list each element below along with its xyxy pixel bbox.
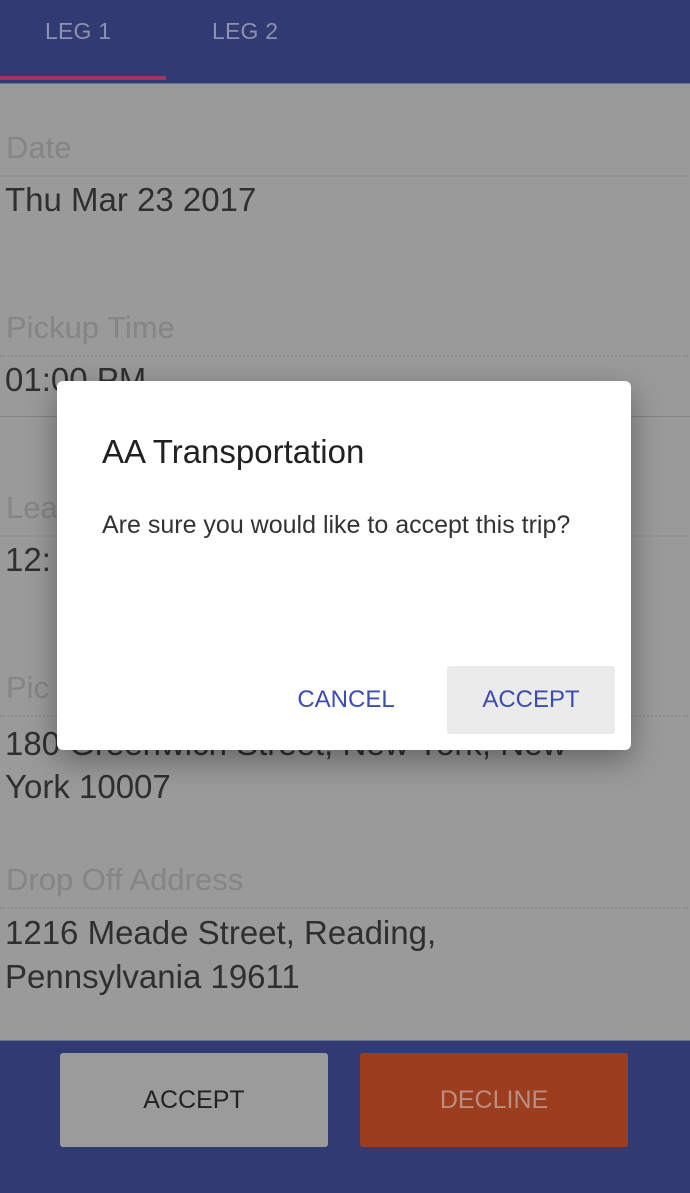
accept-trip-button[interactable]: ACCEPT bbox=[60, 1053, 328, 1147]
dialog-cancel-button[interactable]: CANCEL bbox=[277, 666, 415, 734]
date-value: Thu Mar 23 2017 bbox=[5, 181, 257, 218]
tab-leg-1[interactable]: LEG 1 bbox=[45, 18, 111, 45]
dropoff-address-line1: 1216 Meade Street, Reading, bbox=[5, 914, 437, 951]
leave-time-value: 12: bbox=[5, 541, 51, 578]
pickup-address-label: Pic bbox=[6, 670, 50, 705]
pickup-address-line2: York 10007 bbox=[5, 768, 171, 805]
tab-bar: LEG 1 LEG 2 bbox=[0, 0, 690, 84]
active-tab-indicator bbox=[0, 76, 166, 80]
dropoff-address-label: Drop Off Address bbox=[6, 862, 244, 897]
divider bbox=[0, 907, 688, 909]
pickup-time-label: Pickup Time bbox=[6, 310, 175, 345]
dropoff-address-line2: Pennsylvania 19611 bbox=[5, 958, 300, 995]
divider bbox=[0, 175, 688, 177]
dialog-title: AA Transportation bbox=[102, 433, 365, 470]
date-label: Date bbox=[6, 130, 72, 165]
dialog-accept-button[interactable]: ACCEPT bbox=[447, 666, 615, 734]
leave-time-label: Lea bbox=[6, 490, 58, 525]
confirm-dialog: AA Transportation Are sure you would lik… bbox=[57, 381, 631, 750]
action-bar: ACCEPT DECLINE bbox=[0, 1040, 690, 1193]
divider bbox=[0, 355, 688, 357]
tab-leg-2[interactable]: LEG 2 bbox=[212, 18, 278, 45]
decline-trip-button[interactable]: DECLINE bbox=[360, 1053, 628, 1147]
dialog-message: Are sure you would like to accept this t… bbox=[102, 511, 571, 539]
